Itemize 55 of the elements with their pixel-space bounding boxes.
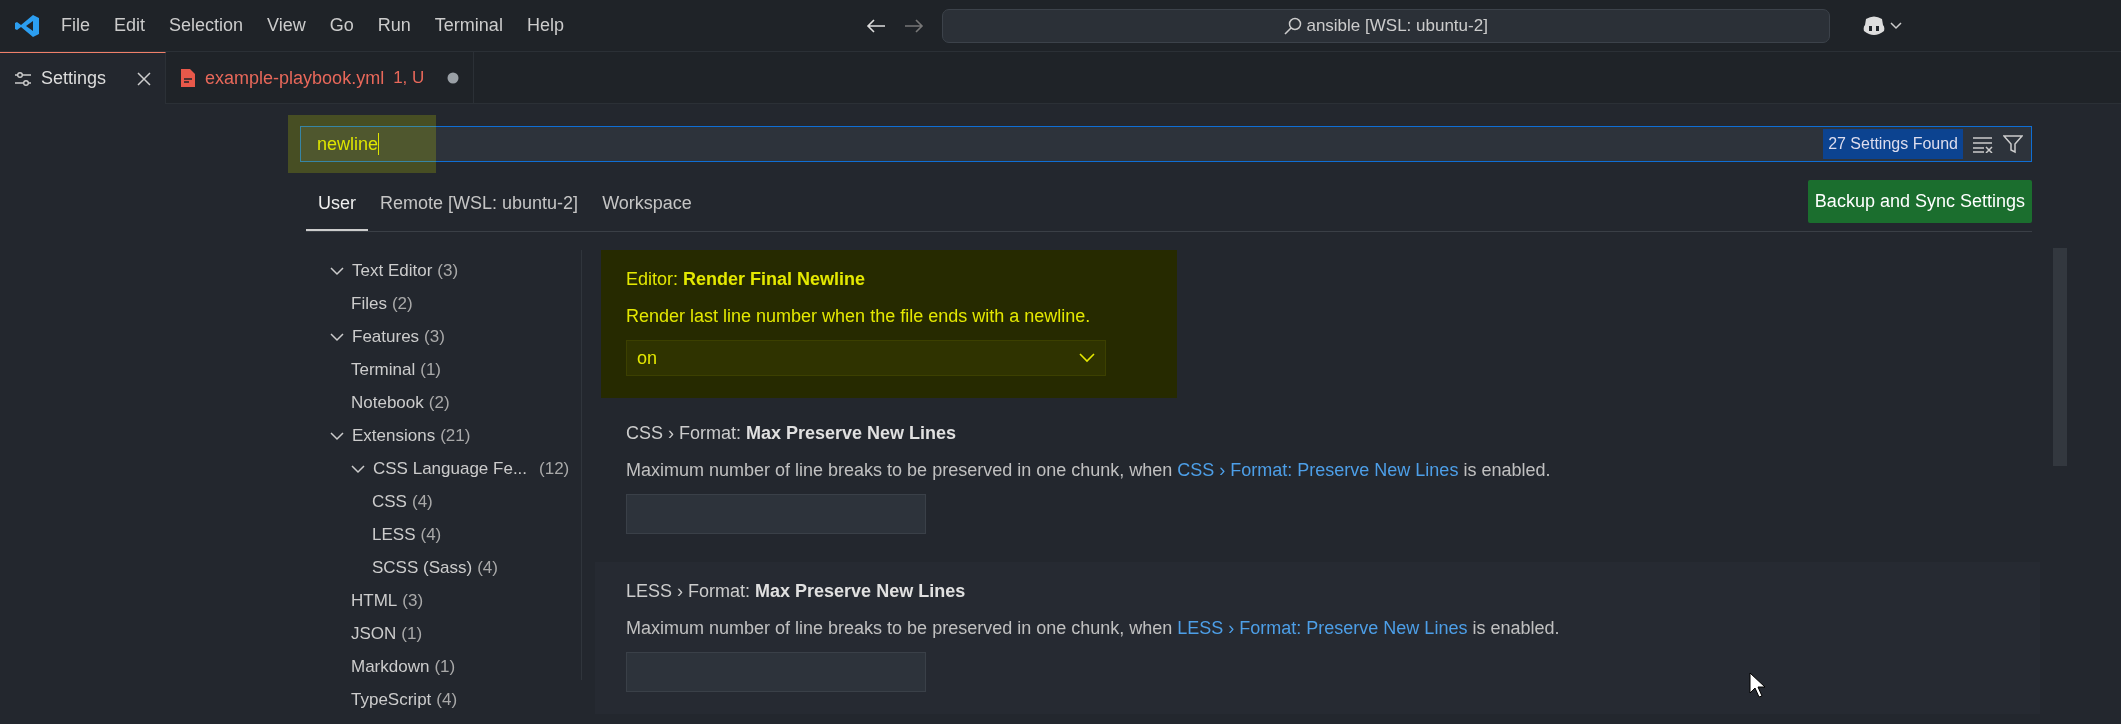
setting-description: Render last line number when the file ends with a newline. — [626, 305, 1092, 328]
chevron-down-icon — [1079, 353, 1095, 363]
menu-item[interactable]: Go — [317, 12, 366, 39]
file-icon — [180, 68, 197, 88]
number-input[interactable] — [626, 494, 926, 534]
menu-item[interactable]: Run — [365, 12, 423, 39]
tree-item[interactable]: Files (2) — [320, 287, 581, 320]
file-status: 1, U — [393, 67, 425, 90]
tree-item[interactable]: Features (3) — [320, 320, 581, 353]
app-logo-icon — [14, 12, 40, 39]
scope-tab[interactable]: Remote [WSL: ubuntu-2] — [368, 182, 591, 231]
dropdown[interactable]: on — [626, 340, 1106, 376]
scope-tab[interactable]: Workspace — [590, 182, 704, 231]
forward-arrow-icon[interactable] — [903, 17, 924, 34]
tree-item[interactable]: TypeScript (4) — [320, 683, 581, 716]
setting-title: CSS › Format: Max Preserve New Lines — [626, 422, 958, 445]
mouse-pointer-icon — [1749, 672, 1767, 698]
setting-description: Maximum number of line breaks to be preserved in one chunk, when CSS › Format: Preserve New Lines is enabled. — [626, 459, 1552, 482]
menu-item[interactable]: Help — [514, 12, 576, 39]
menu-item[interactable]: File — [49, 12, 102, 39]
tree-item[interactable]: Text Editor (3) — [320, 254, 581, 287]
tree-item[interactable]: CSS (4) — [320, 485, 581, 518]
setting-title: LESS › Format: Max Preserve New Lines — [626, 580, 967, 603]
tree-item[interactable]: Notebook (2) — [320, 386, 581, 419]
search-field[interactable]: newline 27 Settings Found — [300, 126, 2032, 162]
robot-icon[interactable] — [1861, 14, 1886, 37]
menu-item[interactable]: Terminal — [422, 12, 515, 39]
editor-tab[interactable]: example-playbook.yml 1, U — [166, 52, 475, 104]
sync-button[interactable]: Backup and Sync Settings — [1807, 180, 2032, 223]
setting-link[interactable]: LESS › Format: Preserve New Lines — [1177, 618, 1468, 638]
menu-item[interactable]: Selection — [157, 12, 256, 39]
tree-item[interactable]: Terminal (1) — [320, 353, 581, 386]
filter-icon[interactable] — [2003, 134, 2023, 154]
setting-link[interactable]: CSS › Format: Preserve New Lines — [1177, 460, 1459, 480]
command-center[interactable]: ansible [WSL: ubuntu-2] — [941, 8, 1830, 43]
results-count: 27 Settings Found — [1823, 129, 1963, 159]
scope-tab[interactable]: User — [306, 182, 368, 231]
setting-title: Editor: Render Final Newline — [626, 268, 867, 291]
menu-item[interactable]: Edit — [102, 12, 158, 39]
tree-item[interactable]: CSS Language Fe... (12) — [320, 452, 581, 485]
close-icon[interactable] — [137, 71, 152, 86]
tree-item[interactable]: HTML (3) — [320, 584, 581, 617]
tree-item[interactable]: SCSS (Sass) (4) — [320, 551, 581, 584]
search-icon — [1283, 16, 1302, 35]
tree-item[interactable]: LESS (4) — [320, 518, 581, 551]
clear-filter-icon[interactable] — [1972, 135, 1994, 153]
back-arrow-icon[interactable] — [865, 17, 886, 34]
tree-item[interactable]: JSON (1) — [320, 617, 581, 650]
menu-item[interactable]: View — [255, 12, 318, 39]
tree-item[interactable]: Extensions (21) — [320, 419, 581, 452]
editor-tab[interactable]: Settings — [0, 52, 167, 104]
tree-item[interactable]: Markdown (1) — [320, 650, 581, 683]
sliders-icon — [14, 70, 32, 87]
setting-description: Maximum number of line breaks to be preserved in one chunk, when LESS › Format: Preserve New Lines is enabled. — [626, 617, 1561, 640]
chevron-down-icon[interactable] — [1890, 21, 1903, 30]
